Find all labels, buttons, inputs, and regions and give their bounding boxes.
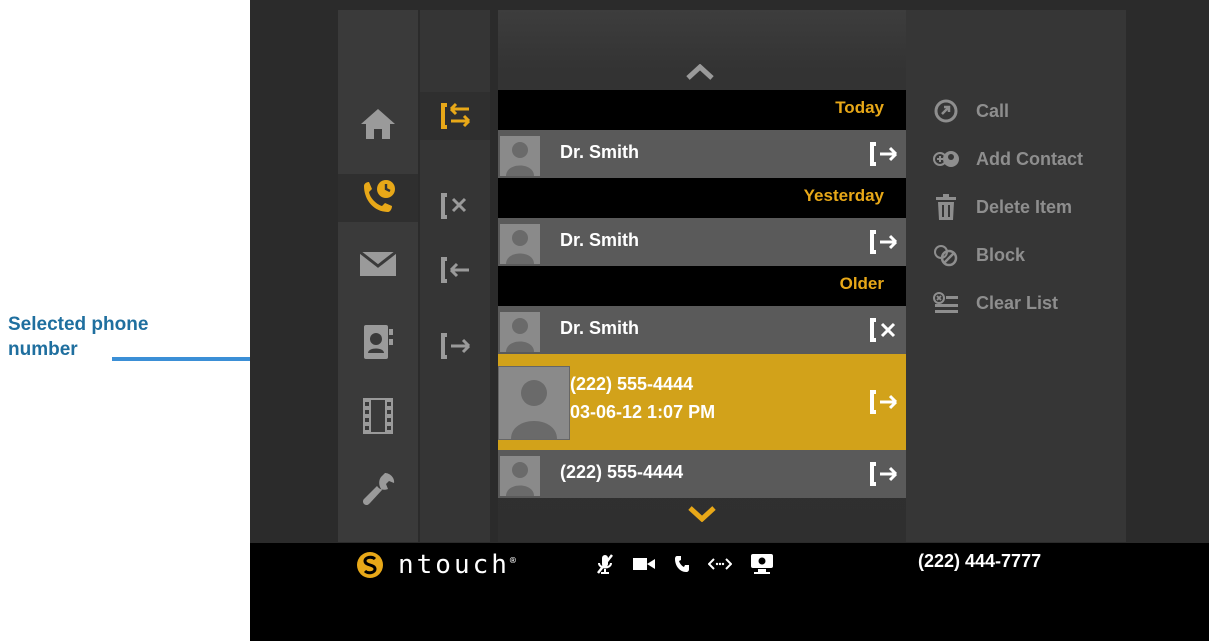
nav-call-history[interactable]: [338, 174, 418, 222]
avatar: [500, 312, 540, 352]
filter-missed-calls[interactable]: [420, 182, 490, 230]
status-icons: [596, 553, 774, 575]
outgoing-call-icon: [870, 142, 898, 166]
add-contact-action[interactable]: Add Contact: [932, 143, 1083, 175]
call-icon: [932, 97, 960, 125]
block-action[interactable]: Block: [932, 239, 1025, 271]
list-item[interactable]: Dr. Smith: [498, 218, 906, 266]
outgoing-call-icon: [870, 462, 898, 486]
call-history-icon: [364, 180, 395, 212]
contact-name: Dr. Smith: [560, 142, 640, 162]
action-panel: [906, 10, 1126, 542]
outgoing-calls-icon: [441, 333, 471, 359]
scroll-up-icon[interactable]: [686, 64, 714, 80]
outgoing-call-icon: [870, 390, 898, 414]
annotation-line1: Selected phone: [8, 314, 149, 335]
call-timestamp: 03-06-12 1:07 PM: [570, 402, 716, 422]
add-contact-label: Add Contact: [976, 148, 1083, 169]
contact-name: Dr. Smith: [560, 318, 640, 338]
selected-list-item[interactable]: (222) 555-4444 03-06-12 1:07 PM: [498, 354, 906, 450]
nav-messages[interactable]: [338, 240, 418, 288]
avatar: [498, 366, 570, 440]
home-icon: [361, 109, 395, 139]
avatar: [500, 224, 540, 264]
avatar: [500, 136, 540, 176]
sorenson-logo-icon: [357, 552, 383, 578]
group-header-older: Older: [498, 266, 906, 306]
add-contact-icon: [932, 145, 960, 173]
missed-calls-icon: [441, 193, 467, 219]
incoming-calls-icon: [441, 257, 469, 283]
nav-settings[interactable]: [338, 466, 418, 514]
network-icon: [708, 558, 732, 570]
nav-contacts[interactable]: [338, 318, 418, 366]
clear-list-action[interactable]: Clear List: [932, 287, 1058, 319]
selected-phone-number: (222) 555-4444: [570, 374, 694, 394]
list-item[interactable]: (222) 555-4444: [498, 450, 906, 498]
nav-home[interactable]: [338, 100, 418, 148]
brand-logo: ntouch®: [356, 550, 519, 580]
call-action[interactable]: Call: [932, 95, 1009, 127]
group-header-yesterday: Yesterday: [498, 178, 906, 218]
wrench-icon: [363, 473, 395, 505]
brand-name: ntouch®: [398, 550, 519, 580]
own-phone-number: (222) 444-7777: [918, 551, 1042, 571]
screen-share-icon: [751, 554, 773, 574]
list-item[interactable]: Dr. Smith: [498, 130, 906, 178]
phone-icon: [675, 556, 689, 572]
scroll-down-icon[interactable]: [688, 506, 716, 522]
contact-name: Dr. Smith: [560, 230, 640, 250]
messages-icon: [359, 250, 397, 276]
outgoing-call-icon: [870, 230, 898, 254]
trash-icon: [932, 193, 960, 221]
delete-item-label: Delete Item: [976, 196, 1073, 217]
video-icon: [363, 398, 393, 434]
delete-item-action[interactable]: Delete Item: [932, 191, 1072, 223]
clear-list-label: Clear List: [976, 292, 1059, 313]
call-label: Call: [976, 100, 1010, 121]
contacts-icon: [364, 325, 393, 359]
filter-all-calls[interactable]: [420, 92, 490, 140]
avatar: [500, 456, 540, 496]
group-header-today: Today: [498, 90, 906, 130]
mic-muted-icon: [597, 554, 613, 574]
video-camera-icon: [633, 558, 655, 570]
all-calls-icon: [441, 102, 471, 129]
missed-call-icon: [870, 318, 896, 342]
block-label: Block: [976, 244, 1026, 265]
filter-outgoing-calls[interactable]: [420, 322, 490, 370]
clear-list-icon: [932, 289, 960, 317]
nav-video[interactable]: [338, 392, 418, 440]
block-icon: [932, 241, 960, 269]
filter-incoming-calls[interactable]: [420, 246, 490, 294]
list-item[interactable]: Dr. Smith: [498, 306, 906, 354]
contact-name: (222) 555-4444: [560, 462, 684, 482]
